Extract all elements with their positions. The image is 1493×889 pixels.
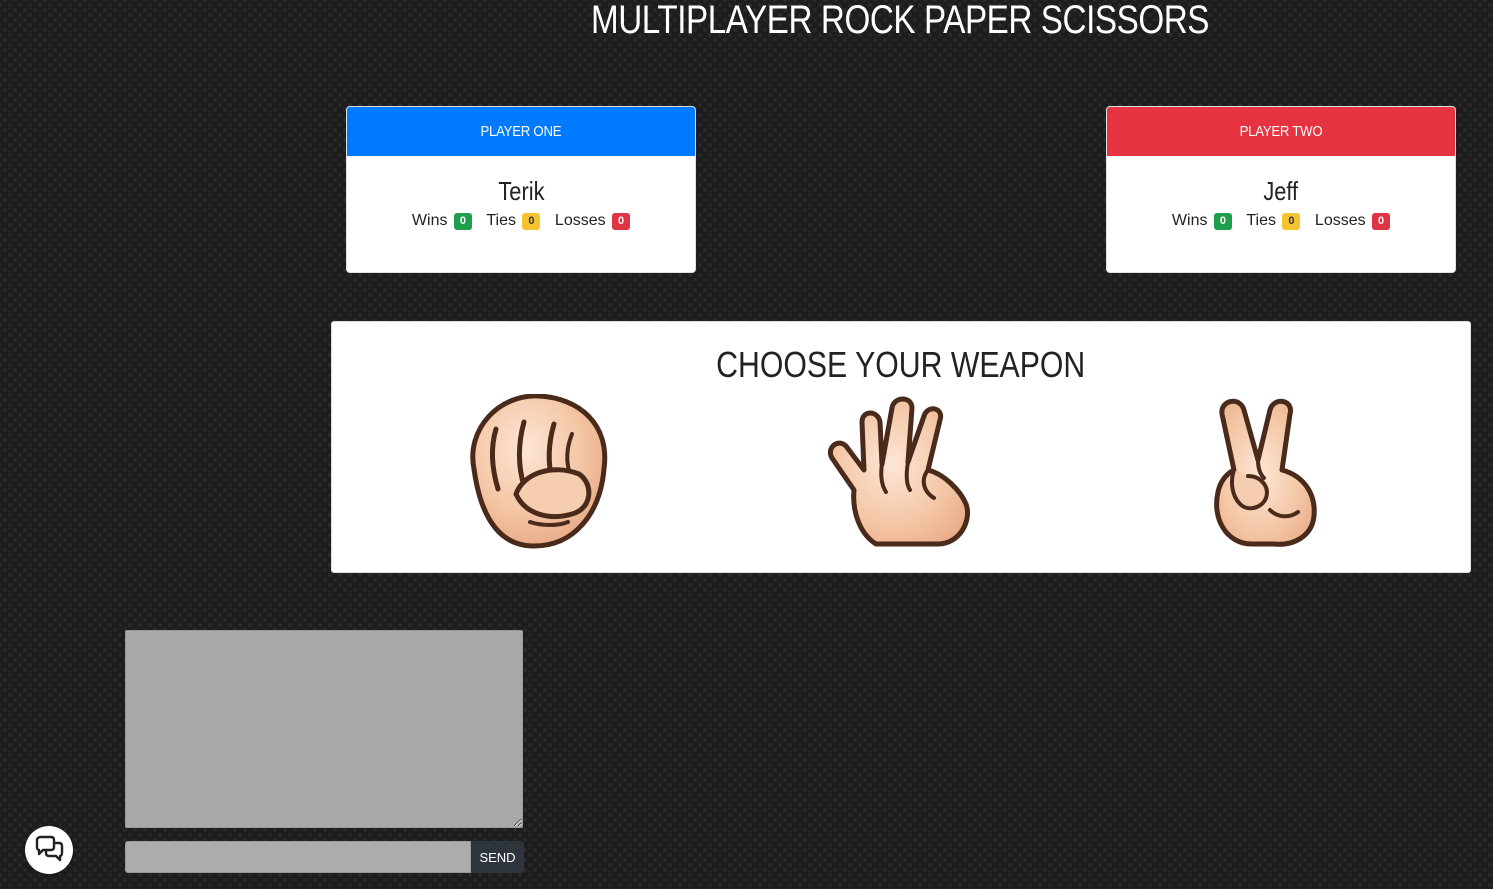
wins-badge: 0: [1213, 213, 1232, 230]
player-one-name: Terik: [347, 176, 695, 206]
player-two-losses: Losses 0: [1314, 212, 1391, 230]
rock-button[interactable]: [454, 393, 614, 554]
player-two-stats: Wins 0 Ties 0 Losses 0: [1107, 212, 1455, 230]
player-one-header-label: PLAYER ONE: [480, 123, 562, 140]
player-two-header: PLAYER TWO: [1107, 107, 1455, 156]
player-two-name-text: Jeff: [1263, 176, 1299, 206]
player-two-wins: Wins 0: [1172, 212, 1232, 230]
ties-badge: 0: [522, 213, 541, 230]
losses-label: Losses: [1314, 212, 1366, 229]
player-two-name: Jeff: [1107, 176, 1455, 206]
player-two-ties: Ties 0: [1246, 212, 1301, 230]
chat-bubbles-icon: [35, 835, 64, 862]
wins-label: Wins: [1171, 212, 1208, 229]
chat-message-input[interactable]: [125, 841, 471, 873]
player-one-stats: Wins 0 Ties 0 Losses 0: [347, 212, 695, 230]
player-two-card: PLAYER TWO Jeff Wins 0 Ties 0 Losses 0: [1106, 106, 1456, 273]
paper-hand-icon: [828, 396, 970, 547]
player-one-ties: Ties 0: [486, 212, 541, 230]
chat-widget-button[interactable]: [25, 826, 73, 874]
chat-log[interactable]: [125, 630, 523, 828]
player-one-card: PLAYER ONE Terik Wins 0 Ties 0 Losses 0: [346, 106, 696, 273]
rock-fist-icon: [470, 393, 608, 549]
player-one-header: PLAYER ONE: [347, 107, 695, 156]
losses-label: Losses: [554, 212, 606, 229]
paper-button[interactable]: [820, 394, 980, 554]
losses-badge: 0: [1372, 213, 1391, 230]
losses-badge: 0: [612, 213, 631, 230]
player-one-name-text: Terik: [497, 176, 545, 206]
player-one-wins: Wins 0: [412, 212, 472, 230]
scissors-hand-icon: [1214, 398, 1317, 547]
send-button[interactable]: SEND: [471, 841, 524, 873]
weapon-panel-title: CHOOSE YOUR WEAPON: [332, 344, 1470, 386]
wins-badge: 0: [453, 213, 472, 230]
ties-label: Ties: [1246, 212, 1277, 229]
weapon-panel-title-text: CHOOSE YOUR WEAPON: [716, 344, 1086, 385]
page-title: MULTIPLAYER ROCK PAPER SCISSORS: [590, 0, 1210, 42]
scissors-button[interactable]: [1186, 394, 1346, 554]
weapon-panel: CHOOSE YOUR WEAPON: [331, 321, 1471, 573]
ties-badge: 0: [1282, 213, 1301, 230]
player-two-header-label: PLAYER TWO: [1239, 123, 1323, 140]
wins-label: Wins: [411, 212, 448, 229]
player-one-losses: Losses 0: [554, 212, 631, 230]
ties-label: Ties: [486, 212, 517, 229]
